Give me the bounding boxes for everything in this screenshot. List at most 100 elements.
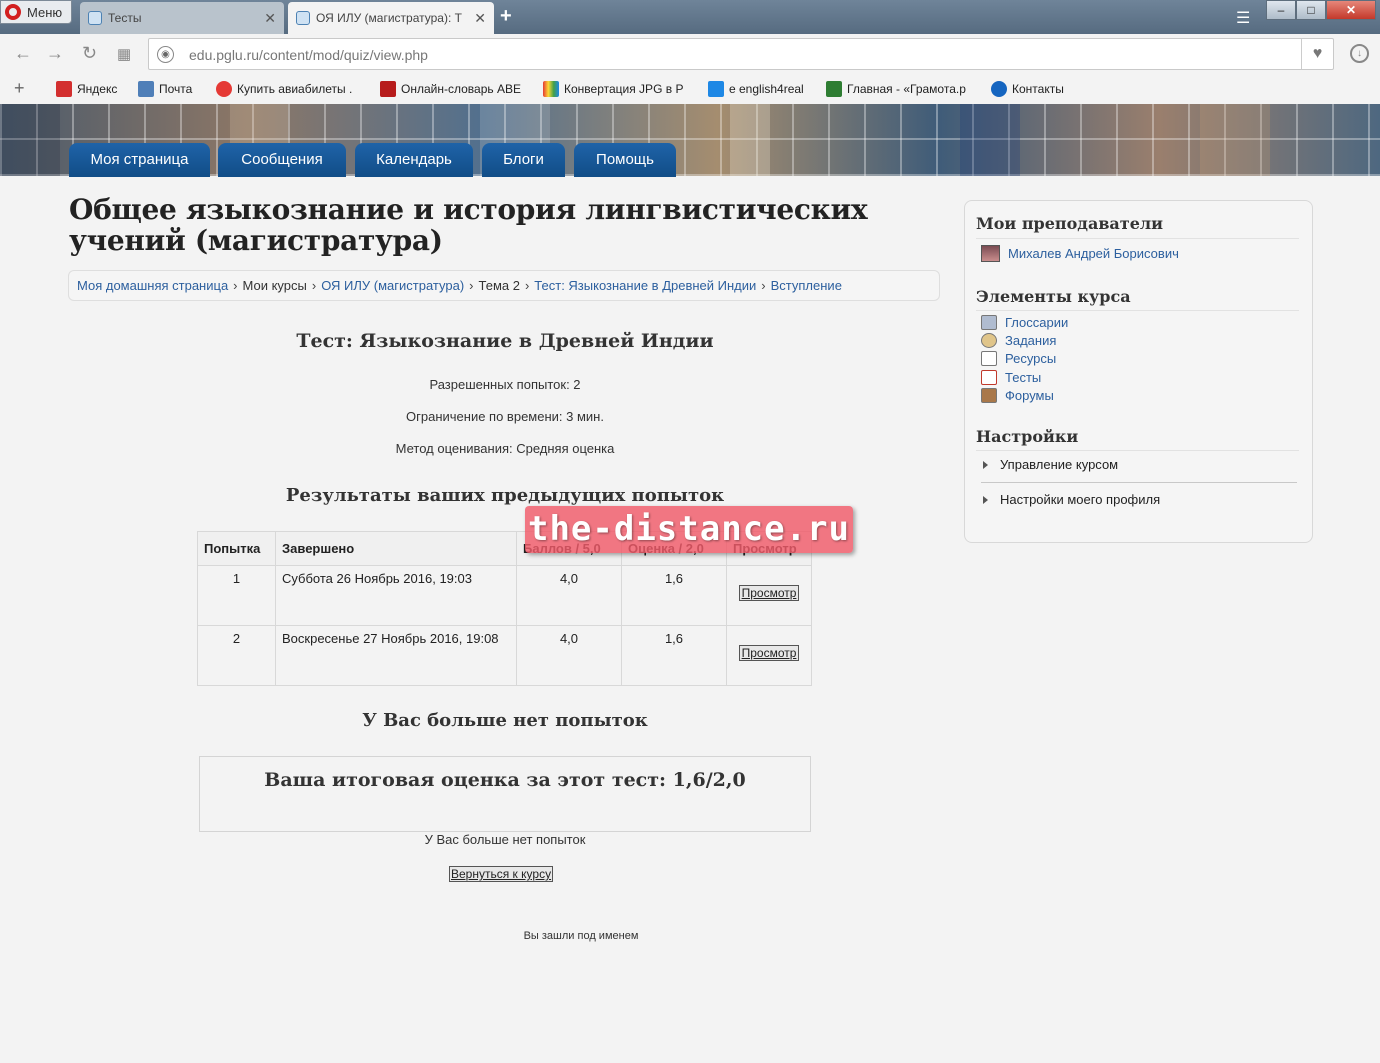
- site-info-icon[interactable]: ◉: [157, 46, 174, 63]
- opera-logo-icon: [5, 4, 21, 20]
- bookmark-contacts[interactable]: Контакты: [991, 81, 1064, 97]
- review-button[interactable]: Просмотр: [738, 645, 800, 661]
- divider: [976, 450, 1299, 451]
- bookmark-label: Яндекс: [77, 82, 118, 96]
- settings-heading: Настройки: [976, 427, 1079, 446]
- breadcrumb-home[interactable]: Моя домашняя страница: [77, 278, 228, 293]
- speed-dial-icon[interactable]: ▦: [117, 45, 131, 63]
- element-glossary[interactable]: Глоссарии: [981, 315, 1068, 330]
- bookmark-jpg-converter[interactable]: Конвертация JPG в P: [543, 81, 689, 97]
- nav-my-page[interactable]: Моя страница: [69, 143, 210, 177]
- tab-title: Тесты: [108, 11, 142, 25]
- cell-points: 4,0: [516, 625, 622, 686]
- logged-in-as: Вы зашли под именем: [523, 930, 639, 942]
- element-label[interactable]: Тесты: [1005, 370, 1041, 385]
- nav-blogs[interactable]: Блоги: [482, 143, 565, 177]
- back-arrow-icon[interactable]: ←: [14, 43, 32, 64]
- add-bookmark-icon[interactable]: +: [14, 78, 25, 99]
- forum-icon: [981, 388, 997, 403]
- final-grade: Ваша итоговая оценка за этот тест: 1,6/2…: [264, 769, 746, 791]
- bookmark-mail[interactable]: Почта: [138, 81, 192, 97]
- nav-calendar[interactable]: Календарь: [355, 143, 473, 177]
- back-to-course-button[interactable]: Вернуться к курсу: [449, 866, 554, 882]
- no-more-attempts-heading: У Вас больше нет попыток: [362, 710, 648, 731]
- settings-label[interactable]: Настройки моего профиля: [1000, 492, 1160, 507]
- url-text[interactable]: edu.pglu.ru/content/mod/quiz/view.php: [189, 47, 428, 63]
- browser-menu-button[interactable]: Меню: [0, 0, 72, 24]
- browser-titlebar: Меню Тесты ✕ ОЯ ИЛУ (магистратура): Т ✕ …: [0, 0, 1380, 34]
- cell-points: 4,0: [516, 565, 622, 626]
- bookmark-avia[interactable]: Купить авиабилеты .: [216, 81, 362, 97]
- element-label[interactable]: Форумы: [1005, 388, 1054, 403]
- tab-tests[interactable]: Тесты ✕: [80, 2, 284, 34]
- no-more-attempts-text: У Вас больше нет попыток: [424, 832, 586, 847]
- breadcrumb-separator: ›: [233, 278, 238, 293]
- tab-close-icon[interactable]: ✕: [264, 10, 276, 27]
- element-quizzes[interactable]: Тесты: [981, 370, 1041, 385]
- nav-help[interactable]: Помощь: [574, 143, 676, 177]
- review-button[interactable]: Просмотр: [738, 585, 800, 601]
- divider: [976, 310, 1299, 311]
- teacher-name[interactable]: Михалев Андрей Борисович: [1008, 246, 1179, 261]
- time-limit: Ограничение по времени: 3 мин.: [406, 409, 604, 424]
- breadcrumb-quiz[interactable]: Тест: Языкознание в Древней Индии: [534, 278, 756, 293]
- element-label[interactable]: Задания: [1005, 333, 1056, 348]
- final-grade-box: [199, 756, 811, 832]
- breadcrumb: Моя домашняя страница › Мои курсы › ОЯ И…: [68, 270, 940, 301]
- settings-label[interactable]: Управление курсом: [1000, 457, 1118, 472]
- new-tab-button[interactable]: +: [500, 5, 512, 28]
- teacher-avatar: [981, 245, 1000, 262]
- settings-course-admin[interactable]: Управление курсом: [983, 457, 1118, 472]
- reload-icon[interactable]: ↻: [82, 43, 97, 64]
- cell-grade: 1,6: [621, 625, 727, 686]
- grading-method: Метод оценивания: Средняя оценка: [395, 441, 615, 456]
- elements-heading: Элементы курса: [976, 287, 1131, 306]
- element-label[interactable]: Глоссарии: [1005, 315, 1068, 330]
- tab-course[interactable]: ОЯ ИЛУ (магистратура): Т ✕: [288, 2, 494, 34]
- avia-icon: [216, 81, 232, 97]
- settings-profile[interactable]: Настройки моего профиля: [983, 492, 1160, 507]
- quiz-title: Тест: Языкознание в Древней Индии: [296, 330, 714, 352]
- tab-close-icon[interactable]: ✕: [474, 10, 486, 27]
- cell-completed: Суббота 26 Ноябрь 2016, 19:03: [275, 565, 517, 626]
- address-bar: ← → ↻ ▦ ◉ edu.pglu.ru/content/mod/quiz/v…: [0, 34, 1380, 74]
- download-icon[interactable]: ↓: [1350, 44, 1369, 63]
- bookmark-yandex[interactable]: Яндекс: [56, 81, 117, 97]
- maximize-button[interactable]: □: [1296, 0, 1326, 20]
- sidebar: Мои преподаватели Михалев Андрей Борисов…: [964, 200, 1313, 543]
- nav-messages[interactable]: Сообщения: [218, 143, 346, 177]
- minimize-button[interactable]: –: [1266, 0, 1296, 20]
- bookmarks-bar: + Яндекс Почта Купить авиабилеты . Онлай…: [0, 74, 1380, 104]
- close-window-button[interactable]: ✕: [1326, 0, 1376, 20]
- bookmark-dictionary[interactable]: Онлайн-словарь АВЕ: [380, 81, 524, 97]
- gramota-icon: [826, 81, 842, 97]
- bookmark-gramota[interactable]: Главная - «Грамота.р: [826, 81, 972, 97]
- element-forums[interactable]: Форумы: [981, 388, 1054, 403]
- url-field[interactable]: ◉ edu.pglu.ru/content/mod/quiz/view.php …: [148, 38, 1334, 70]
- banner-photo: [730, 104, 770, 176]
- banner-photo: [960, 104, 1020, 176]
- element-resources[interactable]: Ресурсы: [981, 351, 1056, 366]
- results-heading: Результаты ваших предыдущих попыток: [285, 485, 725, 506]
- element-assignments[interactable]: Задания: [981, 333, 1056, 348]
- tab-menu-icon[interactable]: ☰: [1236, 8, 1250, 28]
- page-title: Общее языкознание и история лингвистичес…: [69, 193, 868, 257]
- tab-favicon-icon: [88, 11, 102, 25]
- bookmark-english4real[interactable]: e english4real: [708, 81, 804, 97]
- breadcrumb-current[interactable]: Вступление: [771, 278, 842, 293]
- banner-photo: [1200, 104, 1270, 176]
- expand-arrow-icon[interactable]: [983, 495, 988, 504]
- table-row: 1 Суббота 26 Ноябрь 2016, 19:03 4,0 1,6 …: [197, 565, 812, 626]
- teacher-item[interactable]: Михалев Андрей Борисович: [981, 245, 1179, 262]
- forward-arrow-icon[interactable]: →: [46, 43, 64, 64]
- breadcrumb-course[interactable]: ОЯ ИЛУ (магистратура): [321, 278, 464, 293]
- expand-arrow-icon[interactable]: [983, 460, 988, 469]
- bookmark-label: Главная - «Грамота.р: [847, 82, 966, 96]
- element-label[interactable]: Ресурсы: [1005, 351, 1056, 366]
- window-controls: – □ ✕: [1266, 0, 1376, 20]
- breadcrumb-topic: Тема 2: [478, 278, 520, 293]
- bookmark-label: Почта: [159, 82, 193, 96]
- converter-icon: [543, 81, 559, 97]
- quiz-icon: [981, 370, 997, 385]
- bookmark-heart-icon[interactable]: ♥: [1301, 39, 1333, 69]
